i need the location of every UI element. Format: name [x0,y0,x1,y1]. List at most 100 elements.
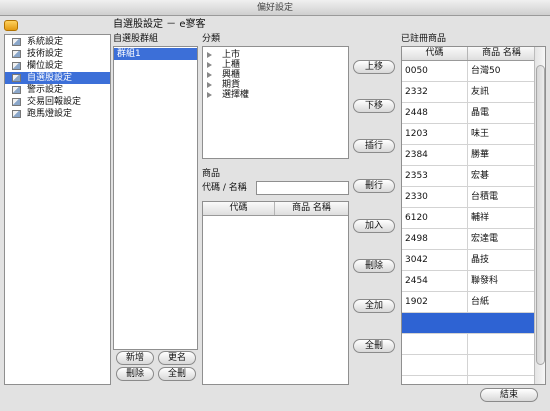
cell-code[interactable]: 0050 [402,61,468,81]
cell-name[interactable]: 宏碁 [468,166,535,186]
table-row[interactable] [402,334,535,355]
sidebar-item-label: 欄位設定 [27,61,64,71]
cell-code[interactable]: 6120 [402,208,468,228]
cell-name[interactable] [468,334,535,354]
table-row[interactable]: 6120 輔祥 [402,208,535,229]
column-header-code[interactable]: 代碼 [203,202,275,215]
tree-item-futures[interactable]: 期貨 [203,80,348,90]
table-row[interactable]: 0050 台灣50 [402,61,535,82]
table-row[interactable]: 1203 味王 [402,124,535,145]
add-button[interactable]: 加入 [353,219,395,233]
column-header-name[interactable]: 商品 名稱 [468,47,535,60]
delete-row-button[interactable]: 刪行 [353,179,395,193]
cell-code[interactable]: 1902 [402,292,468,312]
add-group-button[interactable]: 新增 [116,351,154,365]
table-row[interactable] [402,313,535,334]
move-down-button[interactable]: 下移 [353,99,395,113]
delete-group-button[interactable]: 刪除 [116,367,154,381]
cell-name[interactable]: 台紙 [468,292,535,312]
cell-name[interactable]: 勝華 [468,145,535,165]
product-table: 代碼 商品 名稱 [202,201,349,385]
cell-name[interactable] [468,355,535,375]
cell-code[interactable] [402,376,468,384]
cell-name[interactable] [468,313,535,333]
cell-name[interactable] [468,376,535,384]
sidebar-item-alerts[interactable]: 警示設定 [5,84,110,96]
remove-all-button[interactable]: 全刪 [353,339,395,353]
cell-name[interactable]: 宏達電 [468,229,535,249]
cell-code[interactable]: 2332 [402,82,468,102]
cell-code[interactable] [402,313,468,333]
rename-group-button[interactable]: 更名 [158,351,196,365]
table-row[interactable] [402,355,535,376]
registered-title: 已註冊商品 [401,34,447,44]
disclosure-triangle-icon[interactable] [207,52,212,58]
table-row[interactable]: 3042 晶技 [402,250,535,271]
category-tree: 上市 上櫃 興櫃 期貨 選擇權 [202,46,349,159]
cell-code[interactable]: 2448 [402,103,468,123]
scrollbar-thumb[interactable] [536,65,545,365]
cell-code[interactable]: 2498 [402,229,468,249]
table-row[interactable] [402,376,535,384]
cell-code[interactable]: 2454 [402,271,468,291]
sidebar-item-system[interactable]: 系統設定 [5,36,110,48]
sidebar-item-trade-report[interactable]: 交易回報設定 [5,96,110,108]
tree-item-label: 期貨 [222,80,241,90]
sidebar-item-watchlist[interactable]: 自選股設定 [5,72,110,84]
cell-code[interactable] [402,355,468,375]
insert-row-button[interactable]: 插行 [353,139,395,153]
cell-name[interactable]: 輔祥 [468,208,535,228]
settings-page-icon [12,74,21,82]
tree-item-options[interactable]: 選擇權 [203,90,348,100]
cell-code[interactable] [402,334,468,354]
cell-name[interactable]: 晶電 [468,103,535,123]
cell-name[interactable]: 台灣50 [468,61,535,81]
tree-item-emerging[interactable]: 興櫃 [203,70,348,80]
sidebar-item-technical[interactable]: 技術設定 [5,48,110,60]
table-row[interactable]: 2330 台積電 [402,187,535,208]
disclosure-triangle-icon[interactable] [207,82,212,88]
tree-item-listed[interactable]: 上市 [203,50,348,60]
products-title: 商品 [202,169,221,179]
tree-item-otc[interactable]: 上櫃 [203,60,348,70]
group-item[interactable]: 群組1 [114,48,197,60]
add-all-button[interactable]: 全加 [353,299,395,313]
table-row[interactable]: 2353 宏碁 [402,166,535,187]
column-header-name[interactable]: 商品 名稱 [275,202,348,215]
cell-name[interactable]: 聯發科 [468,271,535,291]
table-row[interactable]: 2384 勝華 [402,145,535,166]
cell-name[interactable]: 台積電 [468,187,535,207]
table-row[interactable]: 2332 友訊 [402,82,535,103]
move-up-button[interactable]: 上移 [353,60,395,74]
table-row[interactable]: 2448 晶電 [402,103,535,124]
disclosure-triangle-icon[interactable] [207,72,212,78]
done-button[interactable]: 結束 [480,388,538,402]
cell-name[interactable]: 晶技 [468,250,535,270]
delete-all-groups-button[interactable]: 全刪 [158,367,196,381]
cell-code[interactable]: 2353 [402,166,468,186]
product-table-header: 代碼 商品 名稱 [203,202,348,216]
settings-page-icon [12,62,21,70]
disclosure-triangle-icon[interactable] [207,92,212,98]
disclosure-triangle-icon[interactable] [207,62,212,68]
sidebar-item-ticker[interactable]: 跑馬燈設定 [5,108,110,120]
cell-name[interactable]: 友訊 [468,82,535,102]
settings-page-icon [12,86,21,94]
settings-nav-list: 系統設定 技術設定 欄位設定 自選股設定 警示設定 交易回報設定 跑馬燈設定 [4,34,111,385]
table-row[interactable]: 2498 宏達電 [402,229,535,250]
cell-code[interactable]: 1203 [402,124,468,144]
cell-code[interactable]: 2330 [402,187,468,207]
sidebar-item-label: 系統設定 [27,37,64,47]
table-row[interactable]: 1902 台紙 [402,292,535,313]
sidebar-item-columns[interactable]: 欄位設定 [5,60,110,72]
table-row[interactable]: 2454 聯發科 [402,271,535,292]
cell-code[interactable]: 3042 [402,250,468,270]
search-input[interactable] [256,181,349,195]
cell-code[interactable]: 2384 [402,145,468,165]
settings-page-icon [12,50,21,58]
remove-button[interactable]: 刪除 [353,259,395,273]
vertical-scrollbar[interactable] [534,47,545,384]
column-header-code[interactable]: 代碼 [402,47,468,60]
cell-name[interactable]: 味王 [468,124,535,144]
categories-title: 分類 [202,34,221,44]
